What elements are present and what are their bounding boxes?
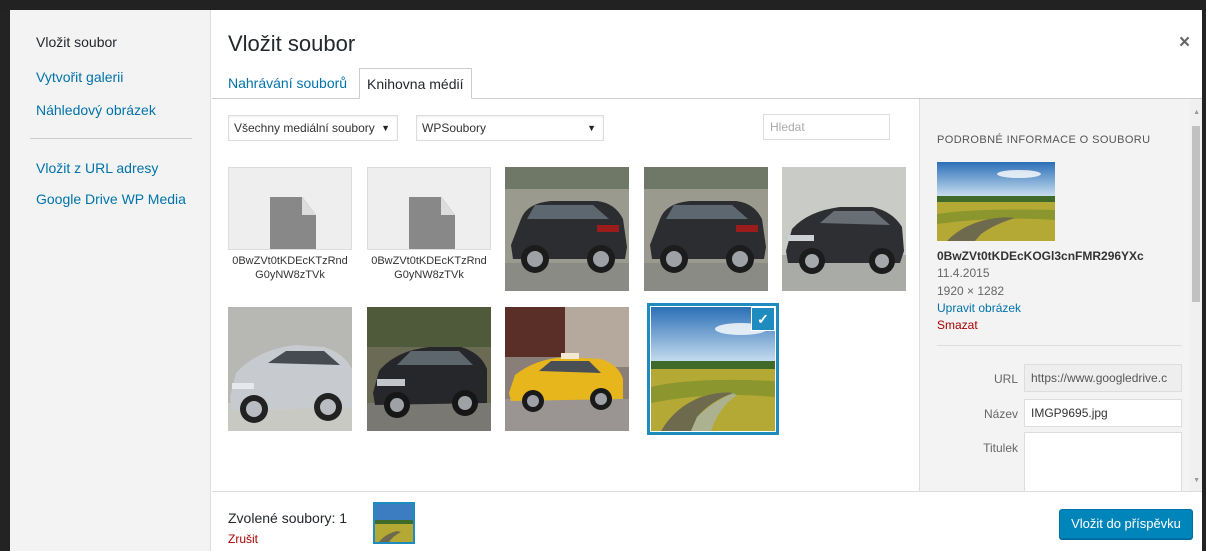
attachment-document[interactable]: 0BwZVt0tKDEcKTzRndG0yNW8zTVk [367,167,491,291]
attachments-grid: 0BwZVt0tKDEcKTzRndG0yNW8zTVk 0BwZVt0tKDE… [212,99,919,491]
tab-media-library[interactable]: Knihovna médií [359,68,472,99]
close-icon[interactable]: × [1179,32,1190,54]
document-icon [270,197,316,257]
caption-label: Titulek [983,441,1018,455]
attachment-photo-field[interactable]: ✓ [647,303,779,435]
attachment-photo-taxi[interactable] [505,307,629,431]
tab-upload-files[interactable]: Nahrávání souborů [221,68,354,99]
attachment-document[interactable]: 0BwZVt0tKDEcKTzRndG0yNW8zTVk [228,167,352,291]
media-modal: Vložit soubor Vytvořit galerii Náhledový… [10,10,1202,551]
menu-item-featured-image[interactable]: Náhledový obrázek [36,102,156,118]
scroll-up-icon[interactable]: ▲ [1193,109,1200,116]
media-toolbar-footer: Zvolené soubory: 1 Zrušit Vložit do přís… [212,491,1202,551]
details-date: 11.4.2015 [937,266,990,280]
car-photo [505,167,629,291]
taxi-photo [505,307,629,431]
backdrop [0,0,1206,10]
details-dimensions: 1920 × 1282 [937,284,1005,298]
attachment-photo-car[interactable] [782,167,906,291]
selection-count: Zvolené soubory: 1 [228,510,348,526]
attachment-photo-car[interactable] [505,167,629,291]
backdrop [1202,10,1206,551]
menu-item-create-gallery[interactable]: Vytvořit galerii [36,69,123,85]
menu-separator [30,138,192,139]
document-icon [409,197,455,257]
clear-selection-link[interactable]: Zrušit [228,532,258,546]
url-label: URL [993,372,1018,386]
car-photo [367,307,491,431]
menu-item-google-drive[interactable]: Google Drive WP Media [36,191,186,207]
attachment-details: PODROBNÉ INFORMACE O SOUBORU 0BwZVt0tKDE… [919,99,1202,494]
insert-into-post-button[interactable]: Vložit do příspěvku [1059,509,1193,539]
details-filename: 0BwZVt0tKDEcKOGl3cnFMR296YXc [937,249,1144,263]
car-photo [228,307,352,431]
attachment-photo-car[interactable] [644,167,768,291]
attachment-filename: 0BwZVt0tKDEcKTzRndG0yNW8zTVk [367,249,491,291]
details-separator [937,345,1182,346]
edit-image-link[interactable]: Upravit obrázek [937,301,1021,315]
selected-thumbnail[interactable] [373,502,415,544]
details-heading: PODROBNÉ INFORMACE O SOUBORU [937,134,1151,146]
url-field[interactable]: https://www.googledrive.c [1024,364,1182,392]
attachment-photo-car[interactable] [367,307,491,431]
title-field[interactable]: IMGP9695.jpg [1024,399,1182,427]
selected-check-icon[interactable]: ✓ [751,307,775,331]
car-photo [644,167,768,291]
delete-link[interactable]: Smazat [937,318,978,332]
field-photo [375,504,413,542]
attachment-filename: 0BwZVt0tKDEcKTzRndG0yNW8zTVk [228,249,352,291]
title-label: Název [983,407,1018,421]
scroll-down-icon[interactable]: ▼ [1193,477,1200,484]
field-photo [937,162,1055,241]
details-thumbnail [937,162,1055,241]
attachment-photo-car[interactable] [228,307,352,431]
menu-item-insert-from-url[interactable]: Vložit z URL adresy [36,160,158,176]
details-scrollbar-thumb[interactable] [1192,126,1200,302]
menu-item-insert-file[interactable]: Vložit soubor [36,34,117,50]
car-photo [782,167,906,291]
modal-title: Vložit soubor [228,31,356,56]
caption-field[interactable] [1024,432,1182,494]
media-menu: Vložit soubor Vytvořit galerii Náhledový… [10,10,211,551]
backdrop [0,10,10,551]
